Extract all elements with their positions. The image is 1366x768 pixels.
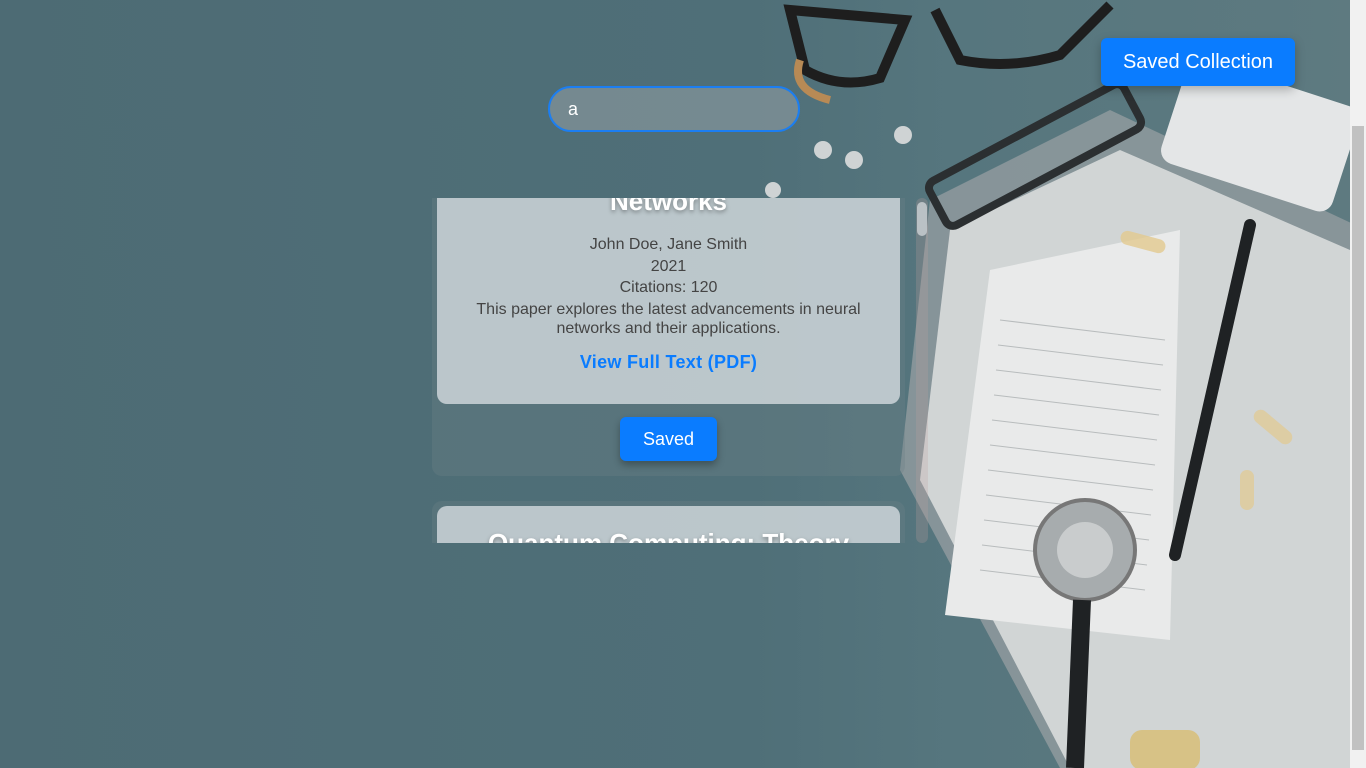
search-input[interactable] xyxy=(548,86,800,132)
paper-authors: John Doe, Jane Smith xyxy=(589,236,748,253)
results-scrollbar-thumb[interactable] xyxy=(917,202,927,236)
paper-citations: Citations: 120 xyxy=(619,279,718,296)
saved-collection-button[interactable]: Saved Collection xyxy=(1101,38,1295,86)
page-scrollbar[interactable] xyxy=(1350,0,1366,768)
paper-title: Quantum Computing: Theory xyxy=(487,528,850,543)
results-panel[interactable]: Networks John Doe, Jane Smith 2021 Citat… xyxy=(432,198,928,543)
paper-abstract: This paper explores the latest advanceme… xyxy=(476,301,861,337)
paper-card: Networks John Doe, Jane Smith 2021 Citat… xyxy=(437,198,900,404)
paper-title: Networks xyxy=(609,198,728,216)
page-scrollbar-thumb[interactable] xyxy=(1352,126,1364,750)
paper-year: 2021 xyxy=(650,258,687,275)
result-item: Networks John Doe, Jane Smith 2021 Citat… xyxy=(432,198,905,476)
result-item: Quantum Computing: Theory xyxy=(432,501,905,543)
results-scrollbar[interactable] xyxy=(916,198,928,543)
view-pdf-link[interactable]: View Full Text (PDF) xyxy=(437,352,900,373)
paper-card: Quantum Computing: Theory xyxy=(437,506,900,543)
saved-button[interactable]: Saved xyxy=(620,417,717,461)
